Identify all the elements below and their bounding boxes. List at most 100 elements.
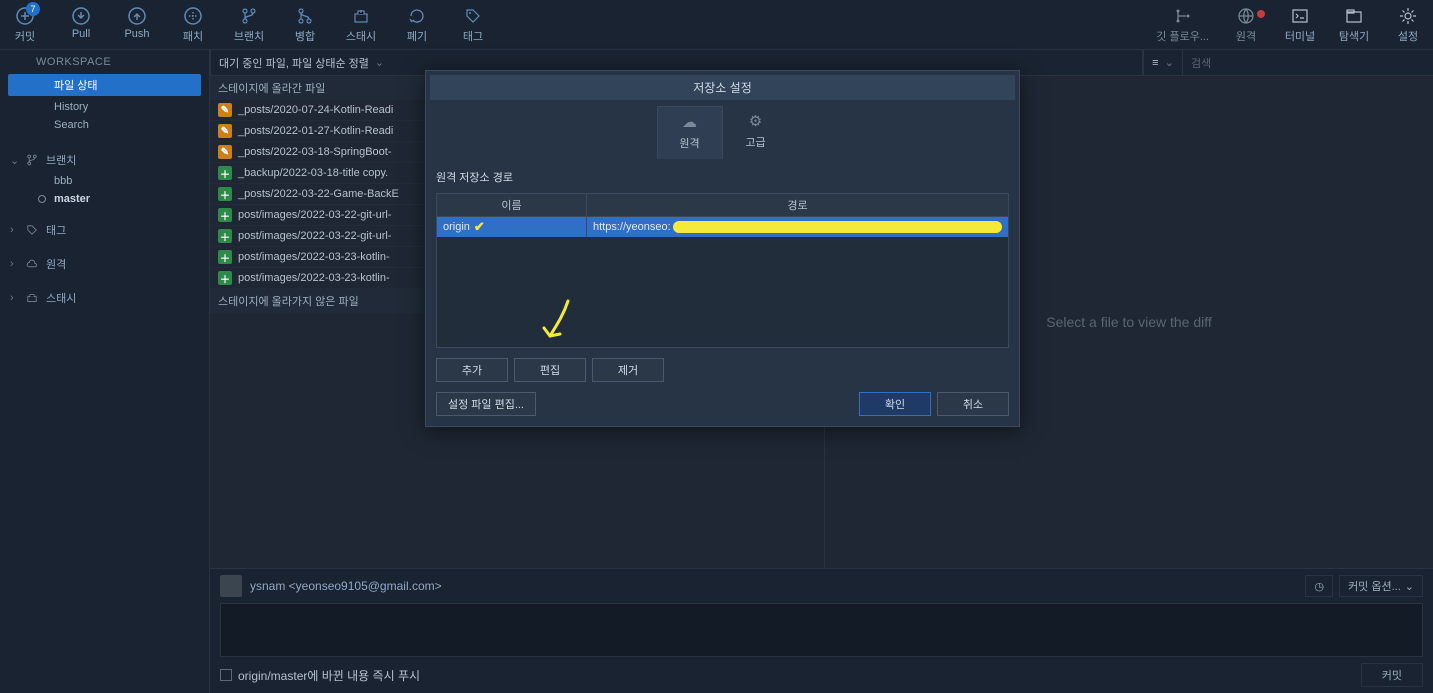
added-icon: ＋ [218,187,232,201]
chevron-down-icon: ⌄ [375,56,384,69]
sidebar: WORKSPACE 파일 상태 History Search ⌄ 브랜치 bbb… [0,50,210,693]
stash-button[interactable]: 스태시 [344,6,378,44]
merge-label: 병합 [295,28,315,44]
explorer-label: 탐색기 [1339,28,1369,44]
tag-icon [24,222,40,238]
cancel-button[interactable]: 취소 [937,392,1009,416]
search-input[interactable]: 검색 [1183,50,1433,75]
gitflow-button[interactable]: 깃 플로우... [1156,6,1209,44]
annotation-arrow [538,296,578,346]
sidebar-item-file-status[interactable]: 파일 상태 [8,74,201,96]
history-button[interactable]: ◷ [1305,575,1333,597]
patch-icon [183,6,203,26]
push-label: Push [124,28,149,40]
file-path: post/images/2022-03-23-kotlin- [238,272,390,284]
gitflow-icon [1173,6,1193,26]
chevron-right-icon: › [10,258,18,270]
added-icon: ＋ [218,166,232,180]
branch-icon [239,6,259,26]
sidebar-remote-heading[interactable]: › 원격 [0,252,209,276]
modified-icon: ✎ [218,145,232,159]
chevron-down-icon: ⌄ [10,154,18,167]
discard-label: 폐기 [407,28,427,44]
filter-view-select[interactable]: ≡ ⌄ [1143,50,1183,75]
commit-button[interactable]: 7 커밋 [8,6,42,44]
push-checkbox[interactable] [220,669,232,681]
gitflow-label: 깃 플로우... [1156,28,1209,44]
gear-icon: ⚙ [749,112,762,130]
ok-button[interactable]: 확인 [859,392,931,416]
chevron-down-icon: ⌄ [1165,56,1174,69]
edit-button[interactable]: 편집 [514,358,586,382]
push-button[interactable]: Push [120,6,154,44]
col-path[interactable]: 경로 [587,194,1008,216]
workspace-heading: WORKSPACE [0,50,209,72]
author-text: ysnam <yeonseo9105@gmail.com> [250,579,442,593]
merge-button[interactable]: 병합 [288,6,322,44]
remote-button[interactable]: 원격 [1229,6,1263,44]
discard-button[interactable]: 폐기 [400,6,434,44]
sidebar-item-history[interactable]: History [0,98,209,116]
file-path: _posts/2022-03-22-Game-BackE [238,188,399,200]
sidebar-stash-heading[interactable]: › 스태시 [0,286,209,310]
settings-label: 설정 [1398,28,1418,44]
repository-settings-modal: 저장소 설정 ☁ 원격 ⚙ 고급 원격 저장소 경로 이름 경로 origin … [425,70,1020,427]
add-button[interactable]: 추가 [436,358,508,382]
chevron-down-icon: ⌄ [1405,580,1414,593]
tag-icon [463,6,483,26]
modal-title: 저장소 설정 [430,75,1015,100]
tab-advanced[interactable]: ⚙ 고급 [723,106,789,159]
tag-button[interactable]: 태그 [456,6,490,44]
commit-submit-button[interactable]: 커밋 [1361,663,1423,687]
terminal-button[interactable]: 터미널 [1283,6,1317,44]
gear-icon [1398,6,1418,26]
col-name[interactable]: 이름 [437,194,587,216]
edit-config-button[interactable]: 설정 파일 편집... [436,392,536,416]
file-path: _posts/2020-07-24-Kotlin-Readi [238,104,393,116]
added-icon: ＋ [218,208,232,222]
patch-button[interactable]: 패치 [176,6,210,44]
patch-label: 패치 [183,28,203,44]
file-path: _posts/2022-01-27-Kotlin-Readi [238,125,393,137]
redacted-url [673,221,1002,233]
chevron-right-icon: › [10,224,18,236]
pull-label: Pull [72,28,90,40]
remote-row-origin[interactable]: origin ✔ https://yeonseo: [437,216,1008,237]
added-icon: ＋ [218,271,232,285]
branch-bbb[interactable]: bbb [0,172,209,190]
commit-panel: ysnam <yeonseo9105@gmail.com> ◷ 커밋 옵션...… [210,568,1433,693]
remove-button[interactable]: 제거 [592,358,664,382]
sidebar-tag-heading[interactable]: › 태그 [0,218,209,242]
push-check-label: origin/master에 바뀐 내용 즉시 푸시 [238,667,420,684]
file-path: post/images/2022-03-22-git-url- [238,230,391,242]
branch-label: 브랜치 [234,28,264,44]
pull-icon [71,6,91,26]
commit-count-badge: 7 [26,2,40,16]
remote-table: 이름 경로 origin ✔ https://yeonseo: [436,193,1009,348]
modal-section-label: 원격 저장소 경로 [436,169,1009,185]
remote-table-empty [437,237,1008,347]
tab-remote[interactable]: ☁ 원격 [657,106,723,159]
settings-button[interactable]: 설정 [1391,6,1425,44]
commit-message-input[interactable] [220,603,1423,657]
explorer-button[interactable]: 탐색기 [1337,6,1371,44]
merge-icon [295,6,315,26]
terminal-icon [1290,6,1310,26]
branch-button[interactable]: 브랜치 [232,6,266,44]
discard-icon [407,6,427,26]
stash-icon [24,290,40,306]
sidebar-branch-heading[interactable]: ⌄ 브랜치 [0,148,209,172]
commit-options-button[interactable]: 커밋 옵션...⌄ [1339,575,1423,597]
file-path: _posts/2022-03-18-SpringBoot- [238,146,391,158]
sidebar-item-search[interactable]: Search [0,116,209,134]
main-toolbar: 7 커밋 Pull Push 패치 브랜치 병합 스태시 폐기 [0,0,1433,50]
branch-master[interactable]: master [0,190,209,208]
remote-name: origin [443,221,470,233]
pull-button[interactable]: Pull [64,6,98,44]
modified-icon: ✎ [218,124,232,138]
explorer-icon [1344,6,1364,26]
cloud-icon: ☁ [682,113,697,131]
remote-label: 원격 [1236,28,1256,44]
added-icon: ＋ [218,229,232,243]
avatar [220,575,242,597]
